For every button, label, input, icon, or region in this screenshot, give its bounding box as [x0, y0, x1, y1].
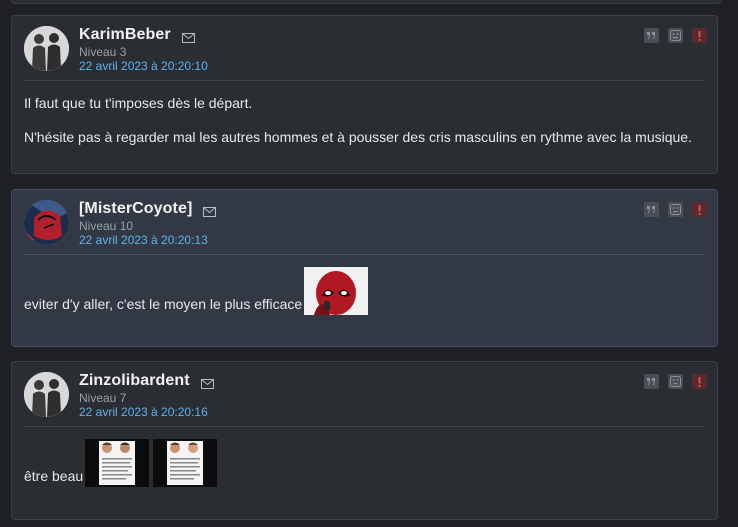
quote-icon[interactable] [644, 202, 659, 217]
post-line: être beau [24, 439, 705, 487]
post-content: eviter d'y aller, c'est le moyen le plus… [24, 267, 705, 315]
post-actions [644, 202, 707, 217]
username[interactable]: Zinzolibardent [79, 372, 190, 390]
post-date-link[interactable]: 22 avril 2023 à 20:20:16 [79, 405, 208, 419]
username[interactable]: KarimBeber [79, 26, 171, 44]
meme-sticker[interactable] [153, 439, 218, 487]
post-date-link[interactable]: 22 avril 2023 à 20:20:10 [79, 59, 208, 73]
post-date-link[interactable]: 22 avril 2023 à 20:20:13 [79, 233, 208, 247]
post-content: Il faut que tu t'imposes dès le départ. … [24, 94, 705, 162]
avatar[interactable] [24, 26, 69, 71]
user-level: Niveau 7 [79, 391, 127, 405]
quote-icon[interactable] [644, 374, 659, 389]
post-header: Zinzolibardent Niveau 7 22 avril 2023 à … [24, 371, 707, 421]
post-actions [644, 28, 707, 43]
previous-post-edge [11, 0, 721, 4]
user-level: Niveau 3 [79, 45, 127, 59]
meme-sticker[interactable] [85, 439, 150, 487]
post-header: KarimBeber Niveau 3 22 avril 2023 à 20:2… [24, 25, 707, 75]
divider [24, 426, 705, 427]
avatar[interactable] [24, 200, 69, 245]
username[interactable]: [MisterCoyote] [79, 200, 192, 218]
deadpool-sticker[interactable] [304, 267, 369, 315]
forum-post: Zinzolibardent Niveau 7 22 avril 2023 à … [11, 361, 718, 520]
envelope-icon[interactable] [200, 376, 214, 389]
exclamation-icon[interactable] [692, 374, 707, 389]
exclamation-icon[interactable] [692, 202, 707, 217]
divider [24, 80, 705, 81]
post-actions [644, 374, 707, 389]
post-paragraph: Il faut que tu t'imposes dès le départ. [24, 95, 253, 111]
post-text: être beau [24, 468, 84, 484]
forum-post: KarimBeber Niveau 3 22 avril 2023 à 20:2… [11, 15, 718, 174]
envelope-icon[interactable] [203, 204, 217, 217]
post-paragraph: N'hésite pas à regarder mal les autres h… [24, 129, 692, 145]
sad-face-icon[interactable] [668, 28, 683, 43]
post-line: eviter d'y aller, c'est le moyen le plus… [24, 267, 705, 315]
envelope-icon[interactable] [181, 30, 195, 43]
avatar[interactable] [24, 372, 69, 417]
sad-face-icon[interactable] [668, 374, 683, 389]
post-content: être beau [24, 439, 705, 487]
post-text: eviter d'y aller, c'est le moyen le plus… [24, 296, 303, 312]
user-level: Niveau 10 [79, 219, 134, 233]
exclamation-icon[interactable] [692, 28, 707, 43]
post-header: [MisterCoyote] Niveau 10 22 avril 2023 à… [24, 199, 707, 249]
divider [24, 254, 705, 255]
forum-post: [MisterCoyote] Niveau 10 22 avril 2023 à… [11, 189, 718, 347]
sad-face-icon[interactable] [668, 202, 683, 217]
quote-icon[interactable] [644, 28, 659, 43]
